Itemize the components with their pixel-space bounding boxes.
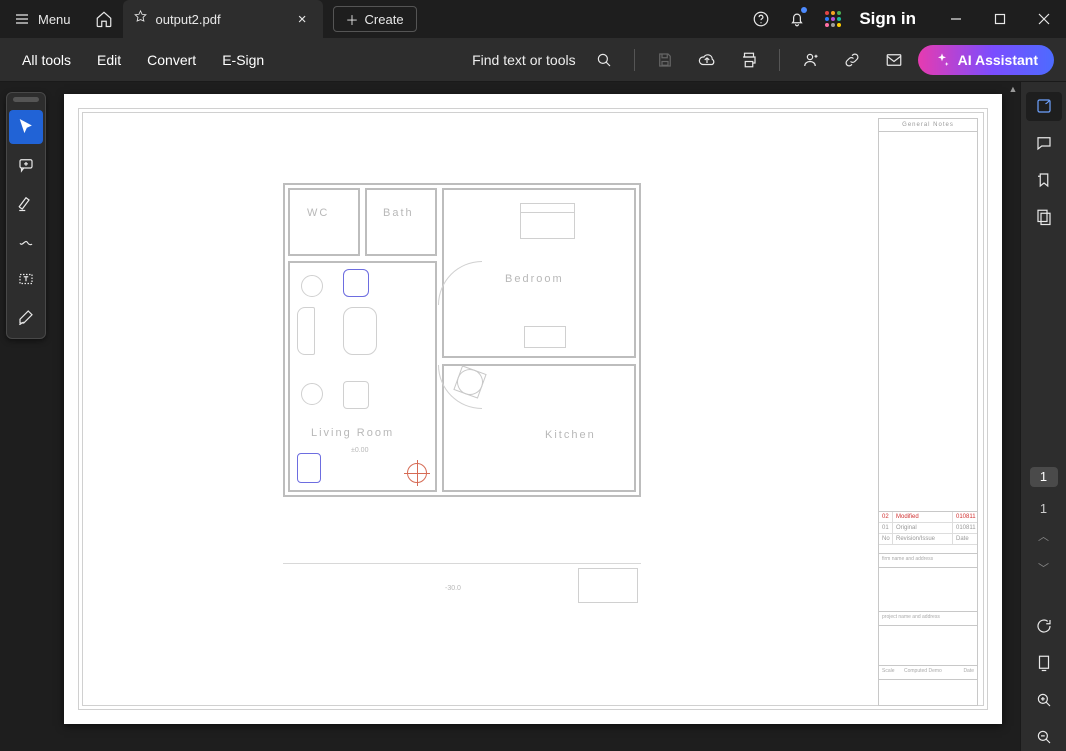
rotate-icon[interactable] [1026, 611, 1062, 640]
outside-mark: -30.0 [445, 585, 461, 592]
room-label-bedroom: Bedroom [505, 273, 564, 285]
room-label-wc: WC [307, 207, 329, 219]
toolbar-all-tools[interactable]: All tools [12, 46, 81, 74]
email-icon[interactable] [876, 42, 912, 78]
find-label: Find text or tools [472, 52, 576, 68]
help-icon[interactable] [743, 0, 779, 38]
notifications-icon[interactable] [779, 0, 815, 38]
floor-plan: WC Bath Bedroom Kitchen Living Room ±0.0… [283, 183, 641, 497]
toolbar-divider [634, 49, 635, 71]
select-tool-icon[interactable] [9, 110, 43, 144]
panel-bookmarks-icon[interactable] [1026, 166, 1062, 195]
plus-icon: ＋ [346, 10, 359, 29]
comment-tool-icon[interactable] [9, 148, 43, 182]
sign-tool-icon[interactable] [9, 300, 43, 334]
link-icon[interactable] [834, 42, 870, 78]
toolbar-convert[interactable]: Convert [137, 46, 206, 74]
window-close-icon[interactable] [1022, 0, 1066, 38]
draw-tool-icon[interactable] [9, 224, 43, 258]
page-down-icon[interactable]: ﹀ [1034, 556, 1053, 580]
apps-icon[interactable] [815, 0, 851, 38]
tab-title: output2.pdf [156, 12, 286, 27]
page: WC Bath Bedroom Kitchen Living Room ±0.0… [64, 94, 1002, 724]
left-tool-rail [0, 82, 52, 751]
title-bar: Menu output2.pdf × ＋ Create Sign in [0, 0, 1066, 38]
page-number-input[interactable]: 1 [1030, 467, 1058, 487]
toolbar-divider [779, 49, 780, 71]
window-minimize-icon[interactable] [934, 0, 978, 38]
main-area: ▲ WC Bath [0, 82, 1066, 751]
upload-cloud-icon[interactable] [689, 42, 725, 78]
zoom-in-icon[interactable] [1026, 685, 1062, 714]
toolbar-esign[interactable]: E-Sign [212, 46, 274, 74]
revision-header: NoRevision/IssueDate [879, 534, 977, 545]
page-up-icon[interactable]: ︿ [1034, 524, 1053, 548]
panel-comments-icon[interactable] [1026, 129, 1062, 158]
highlight-tool-icon[interactable] [9, 186, 43, 220]
menu-button[interactable]: Menu [0, 0, 85, 38]
create-button[interactable]: ＋ Create [333, 6, 417, 32]
textbox-tool-icon[interactable] [9, 262, 43, 296]
title-block: General Notes 02Modified01081101Original… [878, 118, 978, 706]
sign-in-button[interactable]: Sign in [851, 0, 934, 38]
scroll-up-icon[interactable]: ▲ [1006, 82, 1020, 96]
panel-thumbnails-icon[interactable] [1026, 203, 1062, 232]
palette-grip-icon[interactable] [13, 97, 39, 102]
room-label-living: Living Room [311, 427, 394, 439]
level-mark: ±0.00 [351, 447, 368, 454]
right-panel-rail: 1 1 ︿ ﹀ [1020, 82, 1066, 751]
tab-close-icon[interactable]: × [294, 9, 311, 30]
ai-assistant-button[interactable]: AI Assistant [918, 45, 1054, 75]
notes-header: General Notes [879, 119, 977, 132]
revision-row: 01Original010811 [879, 523, 977, 534]
search-icon[interactable] [586, 42, 622, 78]
firm-label: firm name and address [879, 553, 977, 567]
room-label-bath: Bath [383, 207, 414, 219]
home-button[interactable] [85, 0, 123, 38]
toolbar: All tools Edit Convert E-Sign Find text … [0, 38, 1066, 82]
create-label: Create [365, 12, 404, 27]
project-label: project name and address [879, 611, 977, 625]
toolbar-edit[interactable]: Edit [87, 46, 131, 74]
menu-label: Menu [38, 12, 71, 27]
document-tab[interactable]: output2.pdf × [123, 0, 323, 38]
save-icon[interactable] [647, 42, 683, 78]
target-marker-icon [407, 463, 427, 483]
ceiling-fan-icon [457, 369, 483, 395]
star-icon[interactable] [133, 9, 148, 29]
window-maximize-icon[interactable] [978, 0, 1022, 38]
room-label-kitchen: Kitchen [545, 429, 596, 441]
revision-row: 02Modified010811 [879, 512, 977, 523]
share-people-icon[interactable] [792, 42, 828, 78]
quick-tools-palette [6, 92, 46, 339]
document-viewport[interactable]: ▲ WC Bath [52, 82, 1020, 751]
zoom-out-icon[interactable] [1026, 722, 1062, 751]
print-icon[interactable] [731, 42, 767, 78]
page-total: 1 [1040, 501, 1047, 516]
panel-ai-icon[interactable] [1026, 92, 1062, 121]
page-fit-icon[interactable] [1026, 648, 1062, 677]
ai-assistant-label: AI Assistant [958, 52, 1038, 68]
